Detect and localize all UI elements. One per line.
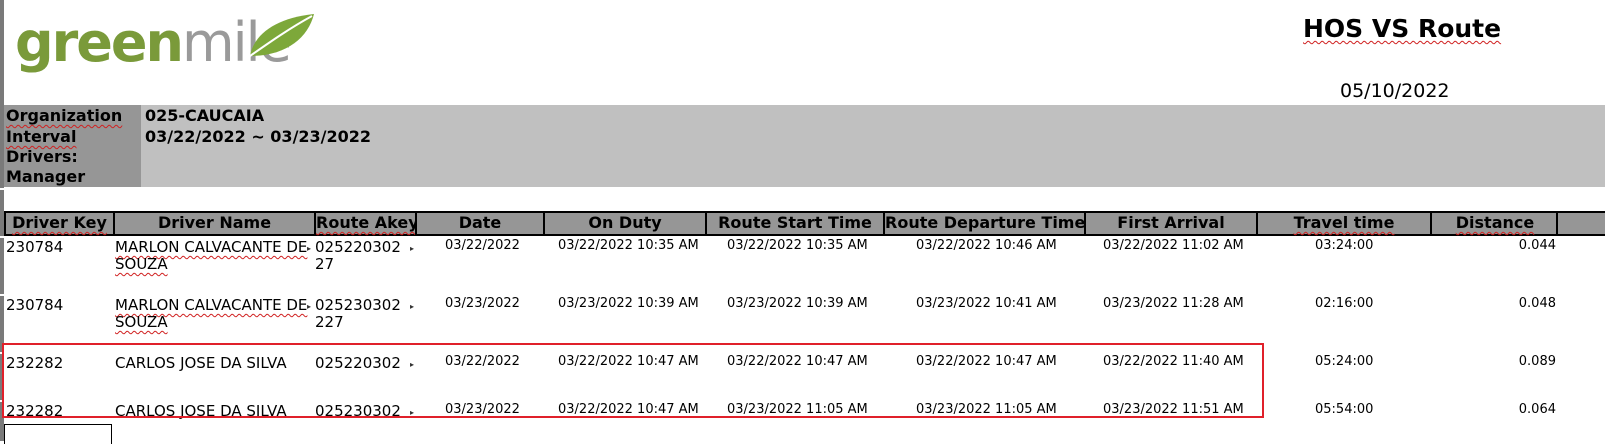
drivers-label: Drivers: bbox=[6, 147, 78, 166]
route-akey-cell: 025220302 bbox=[315, 238, 401, 256]
date-cell: 03/22/2022 bbox=[445, 238, 520, 253]
route-departure-cell: 03/22/2022 10:46 AM bbox=[916, 238, 1057, 253]
organization-label: Organization bbox=[6, 106, 123, 125]
route-start-cell: 03/22/2022 10:35 AM bbox=[727, 238, 868, 253]
driver-name-cell: MARLON CALVACANTE DE bbox=[115, 238, 308, 256]
travel-time-cell: 03:24:00 bbox=[1315, 238, 1374, 253]
on-duty-cell: 03/22/2022 10:35 AM bbox=[558, 238, 699, 253]
distance-cell: 0.044 bbox=[1518, 238, 1556, 253]
overflow-arrow-icon: ▸ bbox=[410, 302, 415, 311]
column-header-date[interactable]: Date bbox=[415, 211, 543, 236]
overflow-arrow-icon: ▸ bbox=[307, 244, 312, 253]
driver-key-cell: 230784 bbox=[6, 238, 64, 256]
report-title: HOS VS Route bbox=[1303, 14, 1502, 43]
overflow-arrow-icon: ▸ bbox=[410, 244, 415, 253]
report-date: 05/10/2022 bbox=[1340, 80, 1450, 102]
interval-label: Interval bbox=[6, 127, 77, 146]
driver-name-cell-wrap: SOUZA bbox=[115, 255, 168, 273]
column-header-first-arrival[interactable]: First Arrival bbox=[1084, 211, 1256, 236]
column-header-route-akey[interactable]: Route Akey bbox=[314, 211, 415, 236]
driver-name-cell-wrap: SOUZA bbox=[115, 313, 168, 331]
travel-time-cell: 05:24:00 bbox=[1315, 354, 1374, 369]
distance-cell: 0.064 bbox=[1518, 402, 1556, 417]
first-arrival-cell: 03/23/2022 11:28 AM bbox=[1103, 296, 1244, 311]
column-header-on-duty[interactable]: On Duty bbox=[543, 211, 705, 236]
column-divider bbox=[1556, 211, 1558, 236]
distance-cell: 0.048 bbox=[1518, 296, 1556, 311]
column-header-distance[interactable]: Distance bbox=[1430, 211, 1558, 236]
sheet-edge-tick bbox=[0, 236, 4, 238]
travel-time-cell: 02:16:00 bbox=[1315, 296, 1374, 311]
organization-value: 025-CAUCAIA bbox=[145, 106, 265, 125]
highlight-box bbox=[2, 343, 1264, 418]
driver-name-cell: MARLON CALVACANTE DE bbox=[115, 296, 308, 314]
first-arrival-cell: 03/22/2022 11:02 AM bbox=[1103, 238, 1244, 253]
partial-cell-box bbox=[4, 424, 112, 444]
logo-text-green: green bbox=[15, 11, 184, 74]
route-akey-cell-wrap: 227 bbox=[315, 313, 344, 331]
route-akey-cell: 025230302 bbox=[315, 296, 401, 314]
overflow-arrow-icon: ▸ bbox=[307, 302, 312, 311]
sheet-edge-tick bbox=[0, 294, 4, 296]
distance-cell: 0.089 bbox=[1518, 354, 1556, 369]
leaf-icon bbox=[249, 14, 314, 57]
route-departure-cell: 03/23/2022 10:41 AM bbox=[916, 296, 1057, 311]
column-header-route-departure-time[interactable]: Route Departure Time bbox=[883, 211, 1084, 236]
column-header-driver-name[interactable]: Driver Name bbox=[113, 211, 314, 236]
date-cell: 03/23/2022 bbox=[445, 296, 520, 311]
route-start-cell: 03/23/2022 10:39 AM bbox=[727, 296, 868, 311]
route-akey-cell-wrap: 27 bbox=[315, 255, 335, 273]
column-header-travel-time[interactable]: Travel time bbox=[1256, 211, 1430, 236]
travel-time-cell: 05:54:00 bbox=[1315, 402, 1374, 417]
manager-label: Manager bbox=[6, 167, 86, 186]
sheet-edge-tick bbox=[0, 188, 4, 190]
on-duty-cell: 03/23/2022 10:39 AM bbox=[558, 296, 699, 311]
interval-value: 03/22/2022 ~ 03/23/2022 bbox=[145, 127, 372, 146]
driver-key-cell: 230784 bbox=[6, 296, 64, 314]
column-header-route-start-time[interactable]: Route Start Time bbox=[705, 211, 883, 236]
column-header-driver-key[interactable]: Driver Key bbox=[4, 211, 113, 236]
